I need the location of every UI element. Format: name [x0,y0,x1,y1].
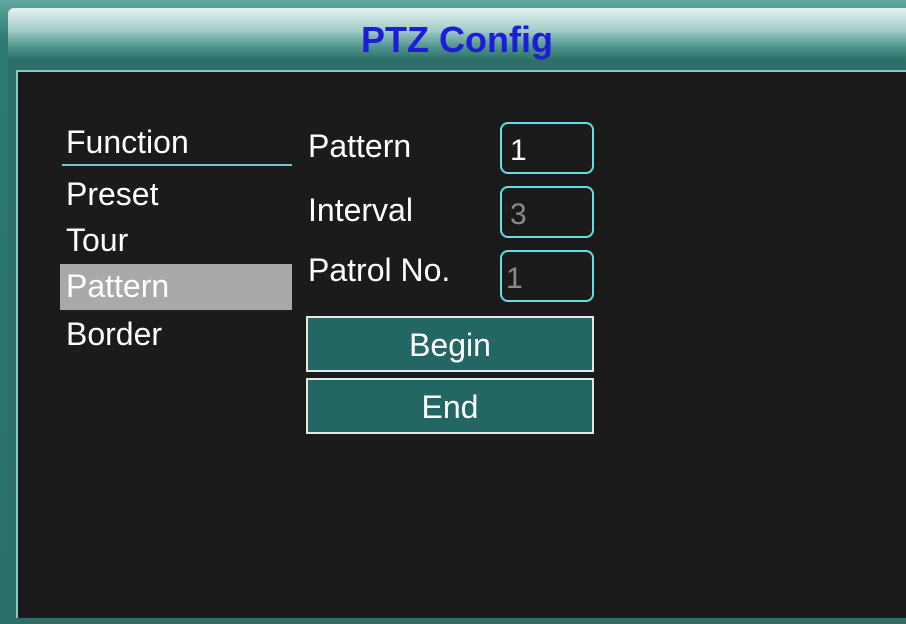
pattern-value: 1 [510,134,527,167]
patrol-no-input[interactable]: 1 [500,250,594,302]
pattern-label: Pattern [308,128,412,164]
function-label: Function [66,124,189,160]
menu-item-tour[interactable]: Tour [60,218,292,264]
begin-button-label: Begin [409,327,491,363]
interval-input[interactable]: 3 [500,186,594,238]
function-menu-header: Function [62,122,292,166]
interval-label: Interval [308,192,413,228]
menu-item-label: Pattern [66,268,170,304]
title-bar: PTZ Config [8,8,906,60]
interval-value: 3 [510,198,527,231]
patrol-no-value: 1 [506,262,523,295]
menu-item-preset[interactable]: Preset [60,172,292,218]
menu-item-label: Preset [66,176,159,212]
menu-item-pattern[interactable]: Pattern [60,264,292,310]
window-title: PTZ Config [361,19,553,60]
begin-button[interactable]: Begin [306,316,594,372]
end-button[interactable]: End [306,378,594,434]
end-button-label: End [421,389,479,425]
menu-item-label: Border [66,316,163,352]
pattern-input[interactable]: 1 [500,122,594,174]
patrol-no-label: Patrol No. [308,252,451,288]
menu-item-label: Tour [66,222,129,258]
menu-item-border[interactable]: Border [60,312,292,358]
